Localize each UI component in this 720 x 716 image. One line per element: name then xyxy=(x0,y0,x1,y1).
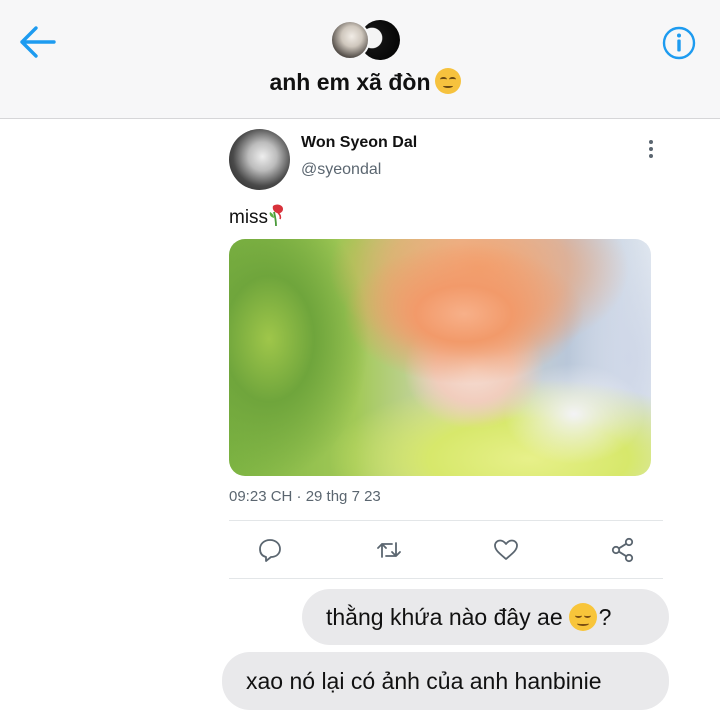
smirking-face-emoji-icon xyxy=(434,68,461,94)
message-text: xao nó lại có ảnh của anh hanbinie xyxy=(246,667,602,694)
more-vertical-icon xyxy=(649,140,653,158)
tweet-actions xyxy=(229,521,663,577)
group-avatars[interactable] xyxy=(330,20,402,60)
retweet-button[interactable] xyxy=(376,537,402,563)
heart-icon xyxy=(494,539,518,560)
tweet-text: miss xyxy=(229,204,287,229)
message-bubble[interactable]: thằng khứa nào đây ae ? xyxy=(302,589,669,645)
divider xyxy=(229,578,663,579)
smiling-face-emoji-icon xyxy=(568,603,597,631)
more-options-button[interactable] xyxy=(640,138,662,160)
tweet-timestamp: 09:23 CH · 29 thg 7 23 xyxy=(229,488,381,505)
message-text: ? xyxy=(598,603,612,630)
retweet-icon xyxy=(377,542,401,558)
tweet-author-avatar[interactable] xyxy=(229,129,290,190)
chat-title[interactable]: anh em xã đòn xyxy=(0,68,720,96)
info-button[interactable] xyxy=(662,26,696,60)
chat-title-text: anh em xã đòn xyxy=(269,69,431,95)
share-button[interactable] xyxy=(610,537,636,563)
shared-tweet-card[interactable]: Won Syeon Dal @syeondal miss 09:23 CH · … xyxy=(222,120,672,582)
like-button[interactable] xyxy=(493,537,519,563)
message-text: thằng khứa nào đây ae xyxy=(326,603,563,630)
tweet-author-handle[interactable]: @syeondal xyxy=(301,161,381,179)
back-button[interactable] xyxy=(18,24,58,60)
message-bubble[interactable]: xao nó lại có ảnh của anh hanbinie xyxy=(222,652,669,710)
share-icon xyxy=(611,537,634,563)
avatar xyxy=(330,20,370,60)
chat-header: anh em xã đòn xyxy=(0,0,720,119)
back-arrow-icon xyxy=(20,26,56,58)
info-icon xyxy=(662,26,696,60)
reply-button[interactable] xyxy=(257,537,283,563)
tweet-author-name[interactable]: Won Syeon Dal xyxy=(301,134,417,152)
reply-icon xyxy=(259,539,281,562)
wilted-rose-icon xyxy=(269,204,284,226)
tweet-photo[interactable] xyxy=(229,239,651,476)
tweet-text-content: miss xyxy=(229,207,269,228)
